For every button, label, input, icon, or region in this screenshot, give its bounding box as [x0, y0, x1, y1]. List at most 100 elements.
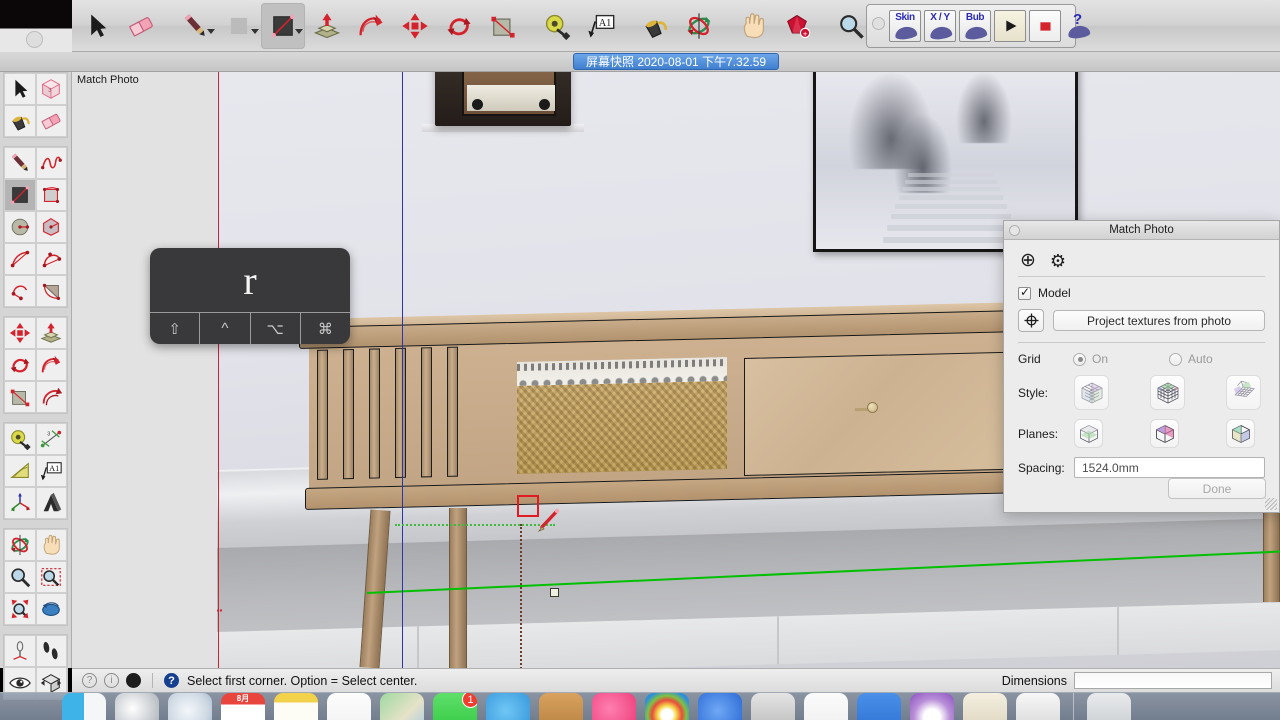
tape-measure-tool[interactable] — [535, 3, 579, 49]
model-checkbox-row[interactable]: Model — [1018, 285, 1265, 300]
palette-pan-tool[interactable] — [35, 529, 67, 561]
dock-itunes[interactable] — [592, 693, 636, 720]
bub-button[interactable]: Bub — [959, 10, 991, 42]
resize-grip-icon[interactable] — [1265, 498, 1277, 510]
palette-segment-tool[interactable] — [35, 275, 67, 307]
palette-rotate-tool[interactable] — [4, 349, 36, 381]
done-button[interactable]: Done — [1168, 478, 1266, 499]
stop-button[interactable] — [1029, 10, 1061, 42]
palette-scale-tool[interactable] — [4, 381, 36, 413]
paint-bucket-tool[interactable] — [633, 3, 677, 49]
dock-trash[interactable] — [1087, 693, 1131, 720]
palette-offset-tool[interactable] — [35, 381, 67, 413]
dock-airdrop[interactable] — [910, 693, 954, 720]
match-photo-dialog[interactable]: Match Photo ⊕ ⚙ Model Proj — [1003, 220, 1280, 513]
grid-radio-auto[interactable]: Auto — [1169, 352, 1265, 366]
planes-both-icon[interactable] — [1226, 419, 1255, 448]
palette-select-tool[interactable] — [4, 73, 36, 105]
dock-quicktime[interactable] — [1016, 693, 1060, 720]
palette-followme-tool[interactable] — [35, 349, 67, 381]
dock-finder[interactable] — [62, 693, 106, 720]
dock-facetime[interactable] — [486, 693, 530, 720]
select-tool[interactable] — [75, 3, 119, 49]
line-tool[interactable] — [173, 3, 217, 49]
match-photo-titlebar[interactable]: Match Photo — [1004, 221, 1279, 240]
planes-vertical-icon[interactable] — [1150, 419, 1179, 448]
pushpull-tool[interactable] — [305, 3, 349, 49]
style-inside-icon[interactable] — [1150, 375, 1185, 410]
palette-dimension-tool[interactable]: 3 — [35, 423, 67, 455]
chevron-down-icon[interactable] — [295, 29, 303, 34]
dock-launchpad[interactable] — [115, 693, 159, 720]
dock-contacts[interactable] — [327, 693, 371, 720]
dock-messages[interactable]: 1 — [433, 693, 477, 720]
palette-zoom-window-tool[interactable] — [35, 561, 67, 593]
chevron-down-icon[interactable] — [251, 29, 259, 34]
palette-previous-view-tool[interactable] — [35, 593, 67, 625]
info-icon[interactable]: i — [104, 673, 119, 688]
palette-rotated-rectangle-tool[interactable] — [35, 179, 67, 211]
add-matched-photo-icon[interactable]: ⊕ — [1020, 251, 1036, 270]
palette-position-camera-tool[interactable] — [4, 635, 36, 667]
dock-appstore[interactable] — [698, 693, 742, 720]
help-button[interactable]: ? — [1064, 10, 1096, 42]
project-textures-button[interactable]: Project textures from photo — [1053, 310, 1265, 331]
context-help-icon[interactable]: ? — [82, 673, 97, 688]
dock-photos[interactable] — [645, 693, 689, 720]
style-outside-icon[interactable] — [1226, 375, 1261, 410]
close-icon[interactable] — [1009, 225, 1020, 236]
palette-eraser-tool[interactable] — [35, 105, 67, 137]
account-icon[interactable] — [126, 673, 141, 688]
palette-protractor-tool[interactable] — [4, 455, 36, 487]
skin-button[interactable]: Skin — [889, 10, 921, 42]
model-checkbox[interactable] — [1018, 285, 1031, 300]
palette-text-tool[interactable]: A1 — [35, 455, 67, 487]
palette-zoom-tool[interactable] — [4, 561, 36, 593]
palette-orbit-tool[interactable] — [4, 529, 36, 561]
palette-zoom-extents-tool[interactable] — [4, 593, 36, 625]
palette-freehand-tool[interactable] — [35, 147, 67, 179]
palette-paint-bucket-tool[interactable] — [4, 105, 36, 137]
xy-button[interactable]: X / Y — [924, 10, 956, 42]
scale-tool[interactable] — [481, 3, 525, 49]
dock-system-preferences[interactable] — [751, 693, 795, 720]
followme-tool[interactable] — [349, 3, 393, 49]
palette-tape-measure-tool[interactable] — [4, 423, 36, 455]
palette-walk-tool[interactable] — [35, 635, 67, 667]
dock-ibooks[interactable] — [539, 693, 583, 720]
dock-calendar[interactable]: 8月 — [221, 693, 265, 720]
planes-horizontal-icon[interactable] — [1074, 419, 1103, 448]
palette-make-component-tool[interactable]: 3 — [35, 73, 67, 105]
settings-gear-icon[interactable]: ⚙ — [1050, 252, 1066, 270]
dock-wechat[interactable] — [857, 693, 901, 720]
dock-notes[interactable] — [274, 693, 318, 720]
palette-circle-tool[interactable] — [4, 211, 36, 243]
palette-pushpull-tool[interactable] — [35, 317, 67, 349]
position-camera-tool[interactable]: + — [775, 3, 819, 49]
spacing-input[interactable]: 1524.0mm — [1074, 457, 1265, 478]
style-all-icon[interactable] — [1074, 375, 1109, 410]
pan-tool[interactable] — [731, 3, 775, 49]
dock-safari[interactable] — [168, 693, 212, 720]
radio-indicator[interactable] — [1073, 352, 1086, 366]
orbit-tool[interactable] — [677, 3, 721, 49]
palette-arc-3point-tool[interactable] — [35, 243, 67, 275]
grid-radio-on[interactable]: On — [1073, 352, 1169, 366]
eraser-tool[interactable] — [119, 3, 163, 49]
palette-arc-tool[interactable] — [4, 243, 36, 275]
play-button[interactable] — [994, 10, 1026, 42]
palette-move-tool[interactable] — [4, 317, 36, 349]
project-target-icon[interactable] — [1018, 309, 1044, 332]
palette-axes-tool[interactable] — [4, 487, 36, 519]
tab-screenshot[interactable]: 屏幕快照 2020-08-01 下午7.32.59 — [573, 53, 780, 70]
palette-line-tool[interactable] — [4, 147, 36, 179]
dock-sketchup[interactable] — [804, 693, 848, 720]
palette-rectangle-tool[interactable] — [4, 179, 36, 211]
dimensions-input[interactable] — [1074, 672, 1272, 689]
palette-pie-tool[interactable] — [4, 275, 36, 307]
rectangle-tool[interactable] — [261, 3, 305, 49]
toolbar-drag-handle[interactable] — [26, 31, 43, 48]
palette-3d-text-tool[interactable] — [35, 487, 67, 519]
instructor-icon[interactable]: ? — [164, 673, 179, 688]
text-tool[interactable]: A1 — [579, 3, 623, 49]
